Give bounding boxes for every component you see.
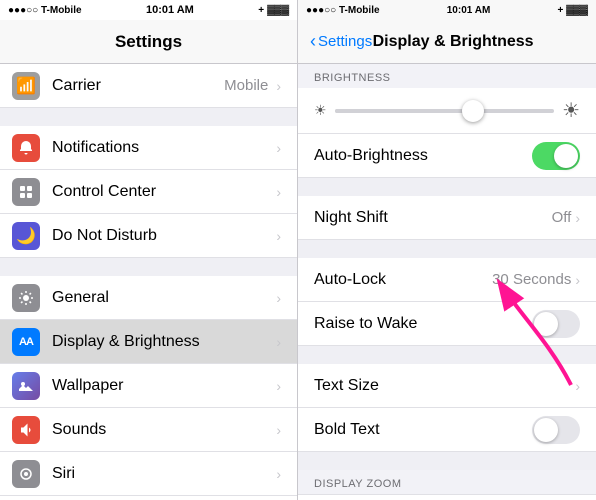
display-brightness-icon: AA [12, 328, 40, 356]
night-shift-label: Night Shift [314, 209, 552, 227]
chevron-icon-wallpaper: › [276, 378, 281, 394]
brightness-slider-row[interactable]: ☀ ☀ [298, 88, 596, 134]
row-label-control-center: Control Center [52, 183, 272, 201]
chevron-icon-do-not-disturb: › [276, 228, 281, 244]
row-label-display-brightness: Display & Brightness [52, 333, 272, 351]
bold-text-toggle[interactable] [532, 416, 580, 444]
row-label-carrier: Carrier [52, 77, 224, 95]
raise-to-wake-label: Raise to Wake [314, 315, 532, 333]
auto-brightness-label: Auto-Brightness [314, 147, 532, 165]
back-chevron-icon: ‹ [310, 31, 316, 52]
chevron-icon-auto-lock: › [575, 272, 580, 288]
left-status-bar: ●●●○○ T-Mobile 10:01 AM + ▓▓▓ [0, 0, 297, 20]
settings-row-general[interactable]: General › [0, 276, 297, 320]
right-row-night-shift[interactable]: Night Shift Off › [298, 196, 596, 240]
chevron-icon-general: › [276, 290, 281, 306]
sounds-icon [12, 416, 40, 444]
display-zoom-header: DISPLAY ZOOM [298, 470, 596, 494]
left-nav-bar: Settings [0, 20, 297, 64]
left-icons: + ▓▓▓ [258, 5, 289, 16]
row-label-do-not-disturb: Do Not Disturb [52, 227, 272, 245]
left-time: 10:01 AM [146, 4, 194, 16]
raise-to-wake-toggle[interactable] [532, 310, 580, 338]
left-panel: ●●●○○ T-Mobile 10:01 AM + ▓▓▓ Settings 📶… [0, 0, 298, 500]
settings-row-touch-id[interactable]: Touch ID & Passcode › [0, 496, 297, 500]
chevron-icon-siri: › [276, 466, 281, 482]
carrier-icon: 📶 [12, 72, 40, 100]
wallpaper-icon [12, 372, 40, 400]
chevron-icon-text-size: › [575, 378, 580, 394]
right-row-view[interactable]: View Standard › [298, 494, 596, 500]
left-nav-title: Settings [115, 32, 182, 52]
toggle-knob-auto-brightness [554, 144, 578, 168]
auto-lock-label: Auto-Lock [314, 271, 492, 289]
toggle-knob-bold-text [534, 418, 558, 442]
row-value-carrier: Mobile [224, 77, 268, 94]
toggle-knob-raise-to-wake [534, 312, 558, 336]
do-not-disturb-icon: 🌙 [12, 222, 40, 250]
right-nav-bar: ‹ Settings Display & Brightness [298, 20, 596, 64]
right-row-text-size[interactable]: Text Size › [298, 364, 596, 408]
auto-lock-value: 30 Seconds [492, 271, 571, 288]
right-icons: + ▓▓▓ [557, 5, 588, 16]
night-shift-value: Off [552, 209, 572, 226]
right-row-raise-to-wake[interactable]: Raise to Wake [298, 302, 596, 346]
row-label-siri: Siri [52, 465, 272, 483]
brightness-slider-thumb[interactable] [462, 100, 484, 122]
right-carrier: ●●●○○ T-Mobile [306, 5, 380, 16]
settings-list: 📶 Carrier Mobile › Notifications › Contr… [0, 64, 297, 500]
siri-icon [12, 460, 40, 488]
general-icon [12, 284, 40, 312]
chevron-icon-sounds: › [276, 422, 281, 438]
chevron-icon-carrier: › [276, 78, 281, 94]
settings-row-notifications[interactable]: Notifications › [0, 126, 297, 170]
right-row-auto-lock[interactable]: Auto-Lock 30 Seconds › [298, 258, 596, 302]
right-nav-title: Display & Brightness [372, 33, 534, 51]
chevron-icon-control-center: › [276, 184, 281, 200]
settings-row-do-not-disturb[interactable]: 🌙 Do Not Disturb › [0, 214, 297, 258]
battery-icon: ▓▓▓ [267, 5, 289, 16]
auto-brightness-toggle[interactable] [532, 142, 580, 170]
notifications-icon [12, 134, 40, 162]
section-gap-right-3 [298, 346, 596, 364]
text-size-label: Text Size [314, 377, 575, 395]
section-gap-right-1 [298, 178, 596, 196]
settings-row-siri[interactable]: Siri › [0, 452, 297, 496]
settings-row-control-center[interactable]: Control Center › [0, 170, 297, 214]
section-gap-right-2 [298, 240, 596, 258]
settings-row-sounds[interactable]: Sounds › [0, 408, 297, 452]
section-gap-1 [0, 108, 297, 126]
row-label-general: General [52, 289, 272, 307]
chevron-icon-notifications: › [276, 140, 281, 156]
sun-large-icon: ☀ [562, 98, 580, 123]
back-button[interactable]: ‹ Settings [310, 31, 372, 52]
back-label: Settings [318, 33, 372, 50]
right-row-auto-brightness[interactable]: Auto-Brightness [298, 134, 596, 178]
bluetooth-icon: + [258, 5, 264, 16]
row-label-sounds: Sounds [52, 421, 272, 439]
left-carrier: ●●●○○ T-Mobile [8, 5, 82, 16]
settings-row-wallpaper[interactable]: Wallpaper › [0, 364, 297, 408]
section-gap-right-4 [298, 452, 596, 470]
right-time: 10:01 AM [447, 5, 491, 16]
control-center-icon [12, 178, 40, 206]
sun-small-icon: ☀ [314, 102, 327, 119]
brightness-slider-track[interactable] [335, 109, 555, 113]
settings-row-display-brightness[interactable]: AA Display & Brightness › [0, 320, 297, 364]
section-gap-2 [0, 258, 297, 276]
right-row-bold-text[interactable]: Bold Text [298, 408, 596, 452]
chevron-icon-display-brightness: › [276, 334, 281, 350]
row-label-wallpaper: Wallpaper [52, 377, 272, 395]
right-status-bar: ●●●○○ T-Mobile 10:01 AM + ▓▓▓ [298, 0, 596, 20]
row-label-notifications: Notifications [52, 139, 272, 157]
brightness-slider-fill [335, 109, 467, 113]
right-content: BRIGHTNESS ☀ ☀ Auto-Brightness Night Shi… [298, 64, 596, 500]
right-panel: ●●●○○ T-Mobile 10:01 AM + ▓▓▓ ‹ Settings… [298, 0, 596, 500]
chevron-icon-night-shift: › [575, 210, 580, 226]
bold-text-label: Bold Text [314, 421, 532, 439]
brightness-section-header: BRIGHTNESS [298, 64, 596, 88]
settings-row-carrier[interactable]: 📶 Carrier Mobile › [0, 64, 297, 108]
